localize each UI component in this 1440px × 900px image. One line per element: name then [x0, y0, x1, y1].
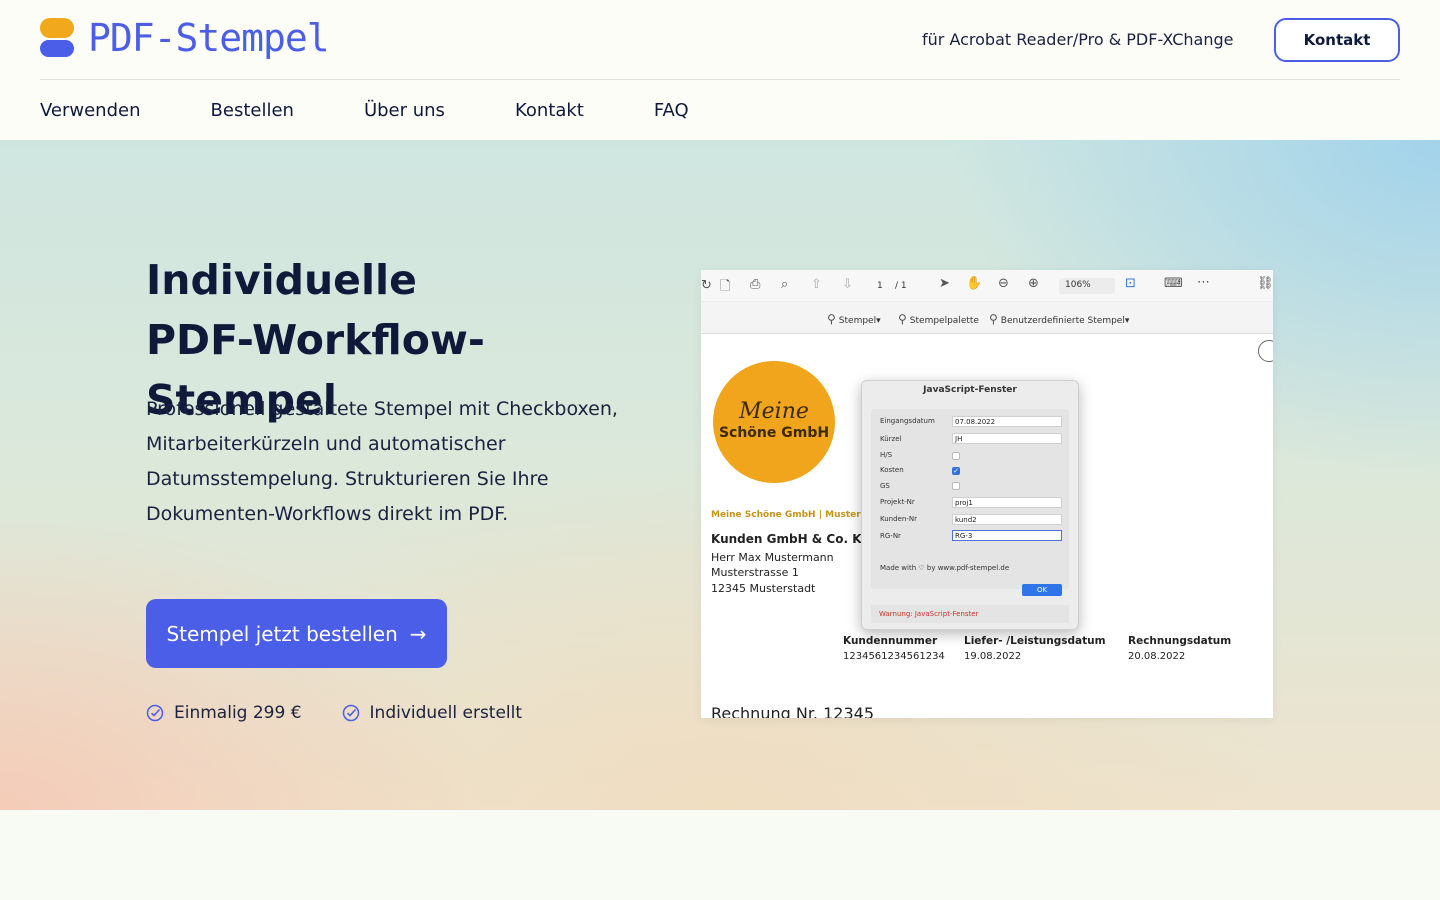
zoom-out-search-icon: ⌕ [781, 277, 789, 292]
hero-description: Professionell gestaltete Stempel mit Che… [146, 398, 618, 525]
main-nav: Verwenden Bestellen Über uns Kontakt FAQ [40, 99, 759, 123]
dialog-title: JavaScript-Fenster [923, 385, 1017, 395]
document-lock-icon: 🗋 [720, 279, 731, 294]
recipient-company: Kunden GmbH & Co. KG [711, 532, 872, 546]
invoice-title: Rechnung Nr. 12345 [711, 704, 874, 718]
meta-delivery-date: Liefer- /Leistungsdatum 19.08.2022 [964, 635, 1106, 662]
nav-item-ueber-uns[interactable]: Über uns [364, 99, 445, 123]
stamp-icon: ⚲ [989, 312, 998, 326]
circle-button [1258, 340, 1273, 362]
page-current: 1 [877, 281, 883, 291]
recipient-street: Musterstrasse 1 [711, 566, 799, 579]
feature-list: Einmalig 299 € Individuell erstellt [146, 703, 562, 723]
nav-item-kontakt[interactable]: Kontakt [515, 99, 584, 123]
stamp-menu: ⚲ Stempel▾ [827, 312, 881, 326]
check-circle-icon [342, 704, 359, 722]
field-label: Kürzel [880, 435, 902, 443]
company-seal: Meine Schöne GmbH [713, 361, 835, 483]
stamp-icon: ⚲ [898, 312, 907, 326]
nav-item-verwenden[interactable]: Verwenden [40, 99, 141, 123]
feature-item: Individuell erstellt [342, 703, 523, 723]
field-label: GS [880, 482, 890, 490]
viewer-toolbar: ↻ 🗋 ⎙ ⌕ ⇧ ⇩ 1 / 1 ➤ ✋ ⊖ ⊕ 106% ⊡ ⌨ ⋯ ⛓ [701, 270, 1273, 302]
arrow-right-icon: → [409, 621, 427, 646]
hs-checkbox [952, 452, 960, 460]
hand-icon: ✋ [966, 276, 983, 291]
zoom-in-icon: ⊕ [1028, 276, 1039, 291]
header-tagline: für Acrobat Reader/Pro & PDF-XChange [922, 30, 1234, 49]
field-label: RG-Nr [880, 532, 901, 540]
page-up-icon: ⇧ [811, 277, 822, 292]
more-icon: ⋯ [1197, 275, 1210, 290]
custom-stamps: ⚲ Benutzerdefinierte Stempel▾ [989, 312, 1130, 326]
logo-icon [40, 18, 74, 58]
stamp-palette: ⚲ Stempelpalette [898, 312, 979, 326]
kunden-field: kund2 [952, 514, 1062, 525]
rotate-icon: ↻ [701, 278, 712, 293]
nav-item-faq[interactable]: FAQ [654, 99, 689, 123]
stamp-toolbar: ⚲ Stempel▾ ⚲ Stempelpalette ⚲ Benutzerdefin… [701, 302, 1273, 362]
field-label: Kosten [880, 466, 904, 474]
page-total: / 1 [895, 281, 907, 291]
zoom-select: 106% [1059, 278, 1115, 294]
feature-item: Einmalig 299 € [146, 703, 302, 723]
field-label: H/S [880, 451, 893, 459]
check-circle-icon [146, 704, 164, 722]
field-label: Eingangsdatum [880, 417, 935, 425]
product-screenshot: ↻ 🗋 ⎙ ⌕ ⇧ ⇩ 1 / 1 ➤ ✋ ⊖ ⊕ 106% ⊡ ⌨ ⋯ ⛓ ⚲… [701, 270, 1273, 718]
link-icon: ⛓ [1257, 276, 1273, 291]
kosten-checkbox: ✓ [952, 467, 960, 475]
seal-line2: Schöne GmbH [718, 425, 830, 441]
nav-item-bestellen[interactable]: Bestellen [211, 99, 294, 123]
header-divider [40, 79, 1400, 80]
eingangsdatum-field: 07.08.2022 [952, 416, 1062, 427]
page-down-icon: ⇩ [842, 277, 853, 292]
meta-invoice-date: Rechnungsdatum 20.08.2022 [1128, 635, 1232, 662]
feature-custom: Individuell erstellt [369, 703, 523, 723]
recipient-address: Kunden GmbH & Co. KG Herr Max Mustermann… [711, 532, 871, 596]
site-header: PDF-Stempel für Acrobat Reader/Pro & PDF… [0, 0, 1440, 140]
hero-section: Individuelle PDF-Workflow-Stempel Profes… [0, 140, 1440, 810]
contact-button[interactable]: Kontakt [1274, 18, 1400, 62]
warning-text: Warnung: JavaScript-Fenster [871, 605, 1069, 623]
logo-text: PDF-Stempel [88, 16, 330, 60]
print-icon: ⎙ [750, 277, 761, 292]
gs-checkbox [952, 482, 960, 490]
javascript-dialog: JavaScript-Fenster Eingangsdatum 07.08.2… [861, 380, 1079, 630]
stamp-icon: ⚲ [827, 312, 836, 326]
field-label: Projekt-Nr [880, 498, 915, 506]
logo[interactable]: PDF-Stempel [40, 16, 330, 60]
rg-field: RG-3 [952, 530, 1062, 541]
fit-page-icon: ⊡ [1125, 276, 1136, 291]
made-with-note: Made with ♡ by www.pdf-stempel.de [880, 564, 1010, 572]
pointer-icon: ➤ [939, 276, 950, 291]
field-label: Kunden-Nr [880, 515, 917, 523]
order-stamp-button[interactable]: Stempel jetzt bestellen → [146, 599, 447, 668]
zoom-out-icon: ⊖ [998, 276, 1009, 291]
meta-customer-number: Kundennummer 1234561234561234 [843, 635, 945, 662]
recipient-name: Herr Max Mustermann [711, 550, 834, 564]
keyboard-icon: ⌨ [1164, 276, 1183, 291]
hero-title-line1: Individuelle [146, 256, 417, 304]
kuerzel-field: JH [952, 433, 1062, 444]
seal-line1: Meine [739, 399, 809, 424]
feature-price: Einmalig 299 € [174, 703, 302, 723]
recipient-city: 12345 Musterstadt [711, 581, 816, 595]
ok-button: OK [1022, 584, 1062, 596]
page-bottom [0, 810, 1440, 900]
projekt-field: proj1 [952, 497, 1062, 508]
order-stamp-label: Stempel jetzt bestellen [166, 621, 398, 646]
